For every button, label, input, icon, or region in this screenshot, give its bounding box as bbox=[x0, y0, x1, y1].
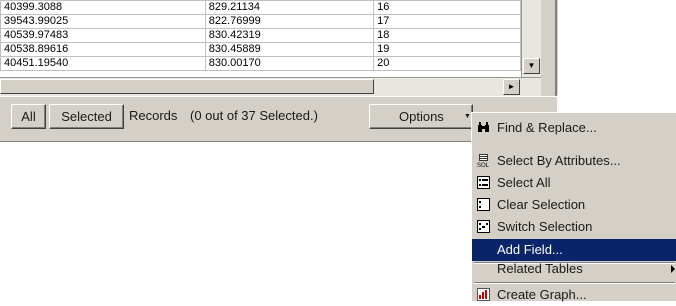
scroll-right-button[interactable]: ► bbox=[503, 79, 520, 95]
svg-text:SQL: SQL bbox=[477, 163, 490, 167]
table-cell[interactable]: 19 bbox=[373, 42, 521, 57]
table-grid: 40399.3088 829.21134 16 39543.99025 822.… bbox=[0, 0, 558, 96]
vertical-scrollbar[interactable]: ▼ bbox=[521, 0, 541, 77]
arrow-right-icon: ► bbox=[507, 82, 516, 91]
menu-item-select-by-attributes[interactable]: SQL Select By Attributes... bbox=[472, 150, 676, 172]
options-menu: Find & Replace... SQL Select By Attribut… bbox=[471, 112, 676, 302]
menu-item-label: Create Graph... bbox=[497, 287, 587, 302]
records-label: Records bbox=[129, 108, 178, 123]
submenu-arrow-icon bbox=[671, 265, 675, 273]
records-table: 40399.3088 829.21134 16 39543.99025 822.… bbox=[0, 0, 521, 71]
menu-item-label: Clear Selection bbox=[497, 197, 586, 212]
show-all-button[interactable]: All bbox=[11, 104, 46, 129]
table-cell[interactable]: 822.76999 bbox=[204, 14, 375, 29]
table-cell[interactable]: 830.45889 bbox=[204, 42, 375, 57]
table-cell[interactable]: 20 bbox=[373, 56, 521, 71]
table-row[interactable]: 40451.19540 830.00170 20 bbox=[0, 56, 521, 71]
sql-icon: SQL bbox=[477, 154, 490, 169]
arrow-down-icon: ▼ bbox=[527, 61, 536, 70]
menu-item-label: Switch Selection bbox=[497, 219, 593, 234]
table-cell[interactable]: 829.21134 bbox=[204, 0, 375, 15]
binoculars-icon bbox=[477, 121, 490, 134]
table-cell[interactable]: 16 bbox=[373, 0, 521, 15]
menu-item-label: Find & Replace... bbox=[497, 120, 597, 135]
table-row[interactable]: 40538.89616 830.45889 19 bbox=[0, 42, 521, 57]
table-cell[interactable]: 40451.19540 bbox=[0, 56, 206, 71]
select-all-icon bbox=[477, 176, 490, 189]
table-cell[interactable]: 830.00170 bbox=[204, 56, 375, 71]
table-row[interactable]: 39543.99025 822.76999 17 bbox=[0, 14, 521, 29]
switch-selection-icon bbox=[477, 220, 490, 233]
grid-viewport: 40399.3088 829.21134 16 39543.99025 822.… bbox=[0, 0, 521, 77]
table-cell[interactable]: 17 bbox=[373, 14, 521, 29]
menu-item-label: Related Tables bbox=[497, 261, 583, 276]
menu-item-label: Select By Attributes... bbox=[497, 153, 621, 168]
table-row[interactable]: 40399.3088 829.21134 16 bbox=[0, 0, 521, 15]
table-cell[interactable]: 830.42319 bbox=[204, 28, 375, 43]
table-cell[interactable]: 40399.3088 bbox=[0, 0, 206, 15]
menu-item-switch-selection[interactable]: Switch Selection bbox=[472, 216, 676, 238]
scroll-down-button[interactable]: ▼ bbox=[523, 58, 540, 74]
table-row[interactable]: 40539.97483 830.42319 18 bbox=[0, 28, 521, 43]
show-selected-label: Selected bbox=[61, 109, 112, 124]
table-cell[interactable]: 40539.97483 bbox=[0, 28, 206, 43]
horizontal-scroll-thumb[interactable] bbox=[0, 79, 374, 94]
records-status: (0 out of 37 Selected.) bbox=[190, 108, 318, 123]
table-cell[interactable]: 39543.99025 bbox=[0, 14, 206, 29]
show-all-label: All bbox=[21, 109, 36, 124]
graph-icon bbox=[477, 288, 490, 301]
menu-item-find-replace[interactable]: Find & Replace... bbox=[472, 117, 676, 139]
menu-item-select-all[interactable]: Select All bbox=[472, 172, 676, 194]
dropdown-arrow-icon: ▼ bbox=[464, 113, 471, 120]
show-selected-button[interactable]: Selected bbox=[49, 104, 124, 129]
window-edge bbox=[555, 0, 557, 96]
clear-selection-icon bbox=[477, 198, 490, 211]
options-button[interactable]: Options ▼ bbox=[369, 104, 473, 129]
horizontal-scrollbar[interactable]: ► bbox=[0, 77, 541, 96]
table-cell[interactable]: 40538.89616 bbox=[0, 42, 206, 57]
menu-item-label: Select All bbox=[497, 175, 551, 190]
menu-item-create-graph[interactable]: Create Graph... bbox=[472, 284, 676, 306]
table-cell[interactable]: 18 bbox=[373, 28, 521, 43]
menu-item-related-tables[interactable]: Related Tables bbox=[472, 258, 676, 280]
menu-item-clear-selection[interactable]: Clear Selection bbox=[472, 194, 676, 216]
options-label: Options bbox=[399, 109, 444, 124]
